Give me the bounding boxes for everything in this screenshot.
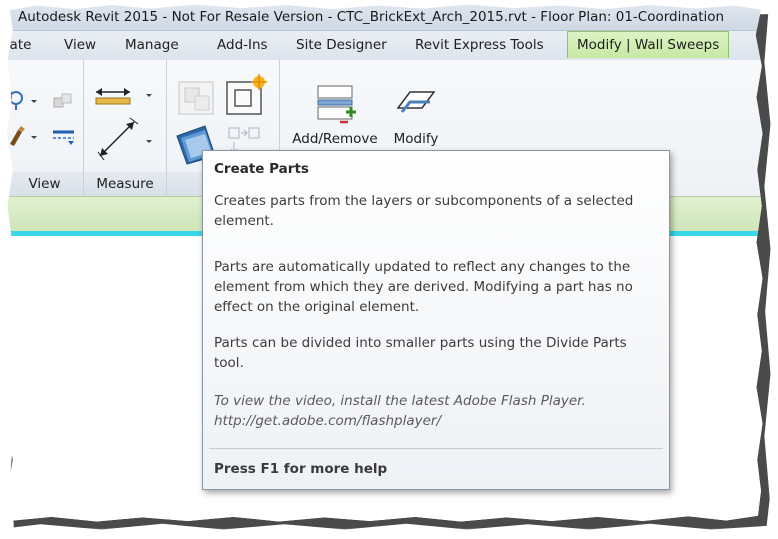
paintbrush-icon[interactable] <box>8 126 48 148</box>
panel-view: View <box>6 60 84 196</box>
add-remove-walls-icon[interactable] <box>310 82 362 126</box>
assembly-icon[interactable] <box>175 78 221 120</box>
tab-modify-wall-sweeps[interactable]: Modify | Wall Sweeps <box>567 31 730 58</box>
tooltip-description: Creates parts from the layers or subcomp… <box>214 193 634 229</box>
tape-measure-icon[interactable] <box>8 90 48 112</box>
tab-collaborate[interactable]: rate <box>7 37 32 53</box>
tooltip-title: Create Parts <box>214 161 309 177</box>
create-parts-tooltip: Create Parts Creates parts from the laye… <box>202 150 670 490</box>
panel-measure: Measure <box>84 60 167 196</box>
aligned-dimension-icon[interactable] <box>94 116 156 162</box>
tab-revit-express-tools[interactable]: Revit Express Tools <box>415 37 544 53</box>
tooltip-separator <box>209 448 663 449</box>
measure-between-references-icon[interactable] <box>94 82 156 108</box>
panel-label-view: View <box>6 172 83 196</box>
ribbon-tab-bar: rate View Manage Add-Ins Site Designer R… <box>6 31 763 60</box>
tooltip-paragraph-divide: Parts can be divided into smaller parts … <box>214 335 627 371</box>
panel-label-measure: Measure <box>84 172 166 196</box>
tooltip-paragraph-update: Parts are automatically updated to refle… <box>214 259 633 315</box>
tooltip-video-note: To view the video, install the latest Ad… <box>214 393 586 429</box>
modify-returns-icon[interactable] <box>392 84 440 124</box>
create-similar-icon[interactable] <box>223 74 269 118</box>
tooltip-help-hint: Press F1 for more help <box>214 461 388 477</box>
tab-add-ins[interactable]: Add-Ins <box>217 37 268 53</box>
hide-element-icon[interactable] <box>50 90 78 112</box>
window-title: Autodesk Revit 2015 - Not For Resale Ver… <box>18 9 725 25</box>
linework-icon[interactable] <box>50 126 78 148</box>
tab-site-designer[interactable]: Site Designer <box>296 37 387 53</box>
tab-manage[interactable]: Manage <box>125 37 179 53</box>
tab-view[interactable]: View <box>64 37 96 53</box>
screenshot-frame: Autodesk Revit 2015 - Not For Resale Ver… <box>6 4 763 522</box>
title-bar: Autodesk Revit 2015 - Not For Resale Ver… <box>6 4 763 31</box>
